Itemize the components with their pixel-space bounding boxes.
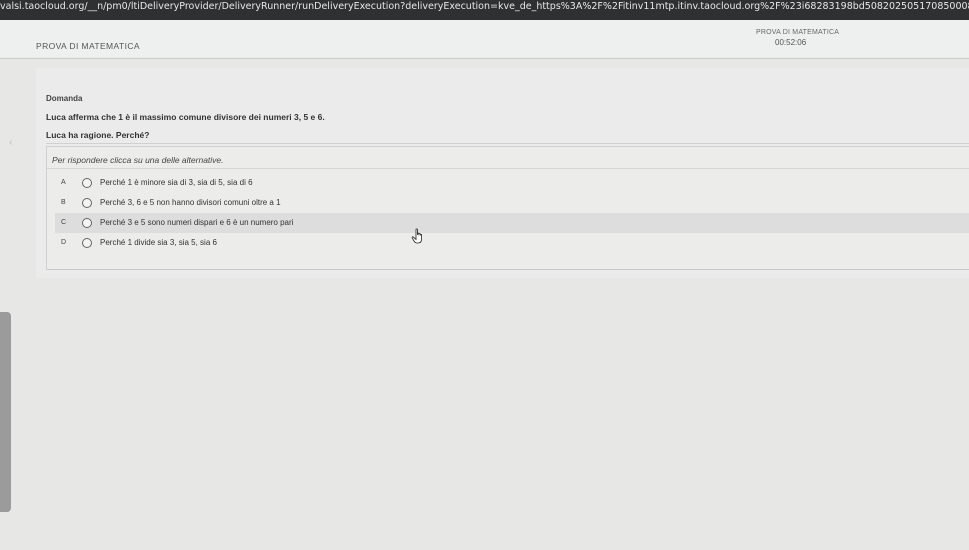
hand-pointer-icon <box>411 228 422 244</box>
side-scroll-handle[interactable] <box>0 312 11 512</box>
timer: 00:52:06 <box>775 38 807 47</box>
choice-d[interactable]: D Perché 1 divide sia 3, sia 5, sia 6 <box>55 233 969 253</box>
item-question: Luca ha ragione. Perché? <box>46 130 150 140</box>
radio-button[interactable] <box>82 238 92 248</box>
choice-b[interactable]: B Perché 3, 6 e 5 non hanno divisori com… <box>55 193 969 213</box>
section-label: Domanda <box>46 94 83 103</box>
choice-text[interactable]: Perché 1 divide sia 3, sia 5, sia 6 <box>100 238 217 247</box>
url-text[interactable]: valsi.taocloud.org/__n/pm0/ltiDeliveryPr… <box>0 0 969 14</box>
divider <box>47 168 969 169</box>
choice-prompt: Per rispondere clicca su una delle alter… <box>52 155 224 165</box>
chevron-left-icon[interactable]: ‹ <box>9 137 12 148</box>
item-content: Domanda Luca afferma che 1 è il massimo … <box>36 68 969 278</box>
browser-address-bar[interactable]: valsi.taocloud.org/__n/pm0/ltiDeliveryPr… <box>0 0 969 20</box>
radio-button[interactable] <box>82 198 92 208</box>
test-title-right: PROVA DI MATEMATICA <box>756 29 840 36</box>
choice-c[interactable]: C Perché 3 e 5 sono numeri dispari e 6 è… <box>55 213 969 233</box>
choice-a[interactable]: A Perché 1 è minore sia di 3, sia di 5, … <box>55 173 969 193</box>
choice-letter: C <box>61 219 67 226</box>
choice-letter: B <box>61 199 66 206</box>
choice-text[interactable]: Perché 3, 6 e 5 non hanno divisori comun… <box>100 198 281 207</box>
choice-text[interactable]: Perché 3 e 5 sono numeri dispari e 6 è u… <box>100 218 293 227</box>
choice-text[interactable]: Perché 1 è minore sia di 3, sia di 5, si… <box>100 178 253 187</box>
test-header: PROVA DI MATEMATICA PROVA DI MATEMATICA … <box>0 20 969 59</box>
divider <box>46 143 969 144</box>
choice-interaction: Per rispondere clicca su una delle alter… <box>46 146 969 270</box>
test-title: PROVA DI MATEMATICA <box>36 41 140 51</box>
choice-letter: A <box>61 179 66 186</box>
radio-button[interactable] <box>82 218 92 228</box>
choice-list: A Perché 1 è minore sia di 3, sia di 5, … <box>55 173 969 253</box>
divider <box>47 269 969 270</box>
choice-letter: D <box>61 239 67 246</box>
radio-button[interactable] <box>82 178 92 188</box>
item-statement: Luca afferma che 1 è il massimo comune d… <box>46 112 325 122</box>
